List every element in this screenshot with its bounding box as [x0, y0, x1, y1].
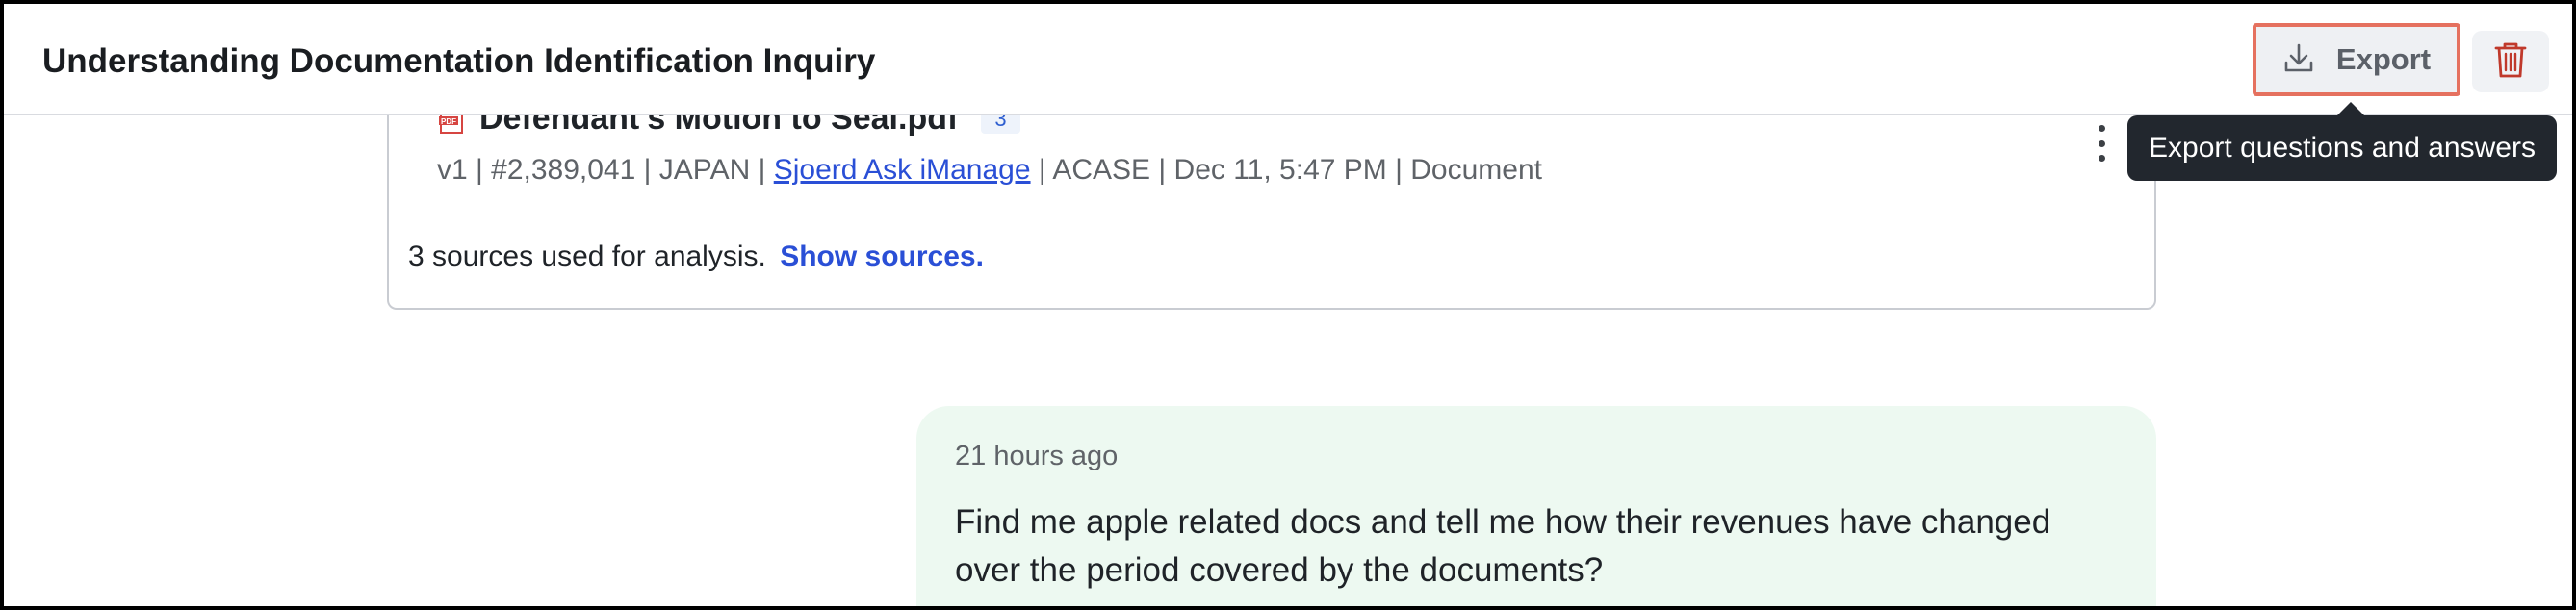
kebab-dot: [2098, 125, 2105, 132]
document-author-link[interactable]: Sjoerd Ask iManage: [774, 154, 1031, 186]
meta-separator: |: [1386, 154, 1411, 186]
page-title: Understanding Documentation Identificati…: [42, 42, 876, 80]
download-icon: [2282, 41, 2315, 79]
document-class: ACASE: [1052, 154, 1151, 186]
svg-text:PDF: PDF: [441, 117, 456, 126]
app-frame: PDF Defendant's Motion to Seal.pdf 3 v1 …: [0, 0, 2576, 610]
delete-button[interactable]: [2472, 31, 2549, 92]
document-location: JAPAN: [658, 154, 751, 186]
meta-separator: |: [1030, 154, 1053, 186]
message-timestamp: 21 hours ago: [955, 441, 1119, 471]
meta-separator: |: [750, 154, 774, 186]
message-text: Find me apple related docs and tell me h…: [955, 503, 2051, 589]
meta-separator: |: [635, 154, 659, 186]
document-number: #2,389,041: [491, 154, 636, 186]
export-tooltip: Export questions and answers: [2127, 115, 2557, 181]
trash-icon: [2493, 40, 2528, 84]
document-version: v1: [437, 154, 468, 186]
conversation-header: Understanding Documentation Identificati…: [4, 4, 2572, 115]
sources-used-text: 3 sources used for analysis.: [408, 241, 766, 272]
document-type: Document: [1410, 154, 1542, 186]
sources-summary: 3 sources used for analysis. Show source…: [408, 241, 984, 273]
user-message-bubble: 21 hours ago Find me apple related docs …: [916, 406, 2156, 606]
meta-separator: |: [467, 154, 492, 186]
export-button-label: Export: [2335, 42, 2432, 76]
kebab-menu-icon[interactable]: [2087, 121, 2116, 165]
meta-separator: |: [1150, 154, 1174, 186]
show-sources-link[interactable]: Show sources.: [780, 241, 984, 272]
document-date: Dec 11, 5:47 PM: [1173, 154, 1387, 186]
export-button[interactable]: Export: [2253, 23, 2460, 96]
kebab-dot: [2098, 140, 2105, 147]
kebab-dot: [2098, 155, 2105, 162]
document-metadata: v1 | #2,389,041 | JAPAN | Sjoerd Ask iMa…: [437, 154, 1542, 187]
tooltip-arrow: [2337, 102, 2364, 115]
